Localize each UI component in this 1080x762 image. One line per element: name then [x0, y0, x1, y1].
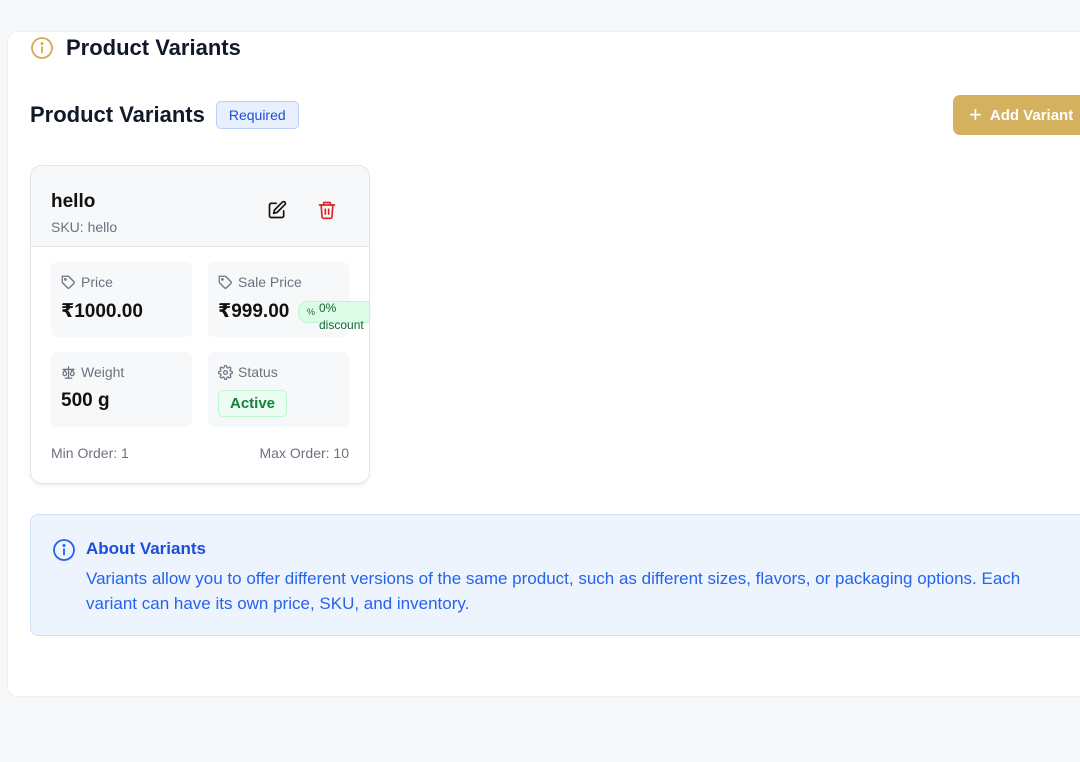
weight-value: 500 g [61, 390, 110, 411]
price-label: Price [81, 274, 113, 290]
discount-text: 0% discount [319, 301, 364, 332]
section-header: Product Variants [30, 35, 241, 61]
variants-subheader: Product Variants Required [30, 101, 299, 129]
status-badge: Active [218, 390, 288, 417]
add-variant-button[interactable]: + Add Variant [953, 95, 1080, 135]
min-order: Min Order: 1 [51, 445, 129, 461]
max-order: Max Order: 10 [259, 445, 349, 461]
variant-card: hello SKU: hello Price ₹1000.00 Sale Pri… [30, 165, 370, 484]
order-limits: Min Order: 1 Max Order: 10 [51, 445, 349, 461]
sale-price-cell: Sale Price ₹999.00 % 0% discount [208, 262, 369, 337]
sale-price-value: ₹999.00 [218, 301, 290, 322]
discount-badge: % 0% discount [298, 301, 369, 332]
sale-price-label: Sale Price [238, 274, 302, 290]
percent-icon: % [307, 306, 316, 317]
variant-sku: SKU: hello [51, 219, 118, 235]
info-title: About Variants [86, 539, 206, 558]
required-badge: Required [215, 101, 299, 129]
about-variants-info: About Variants Variants allow you to off… [30, 514, 1080, 636]
tag-icon [218, 275, 232, 289]
tag-icon [61, 275, 75, 289]
price-cell: Price ₹1000.00 [51, 262, 192, 337]
edit-icon[interactable] [267, 200, 287, 220]
weight-label: Weight [81, 364, 125, 380]
plus-icon: + [969, 102, 982, 127]
variants-title: Product Variants [30, 102, 205, 127]
variant-name: hello [51, 191, 96, 212]
add-variant-label: Add Variant [989, 106, 1074, 124]
status-label: Status [238, 364, 278, 380]
info-circle-icon [53, 539, 75, 561]
gear-icon [218, 364, 233, 380]
info-text: Variants allow you to offer different ve… [86, 569, 1021, 613]
trash-icon[interactable] [317, 200, 337, 220]
weight-cell: Weight 500 g [51, 352, 192, 427]
variant-header: hello SKU: hello [31, 166, 369, 247]
price-value: ₹1000.00 [61, 301, 143, 322]
status-cell: Status Active [208, 352, 349, 427]
page-title: Product Variants [66, 35, 241, 60]
info-circle-icon [31, 37, 53, 59]
scale-icon [62, 365, 75, 379]
